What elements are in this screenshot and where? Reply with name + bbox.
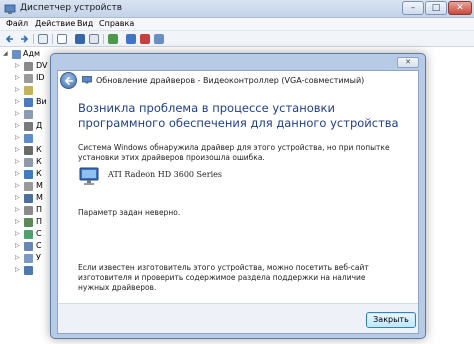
tree-item-label: М xyxy=(36,193,43,202)
back-button[interactable] xyxy=(60,72,77,89)
help-icon[interactable] xyxy=(75,34,85,44)
tree-item-label: С xyxy=(36,241,42,250)
properties-icon[interactable] xyxy=(57,34,67,44)
controller-icon xyxy=(24,170,33,179)
tree-item-label: К xyxy=(36,157,42,166)
tree-item-label: П xyxy=(36,205,43,214)
update-driver-dialog: ✕ Обновление драйверов - Видеоконтроллер… xyxy=(50,53,426,339)
tree-item-label: У xyxy=(36,253,41,262)
expand-arrow-icon[interactable]: ▷ xyxy=(15,219,21,225)
network-adapter-icon xyxy=(24,230,33,239)
toolbar-separator xyxy=(33,34,34,44)
device-icon xyxy=(24,266,33,275)
uninstall-icon[interactable] xyxy=(140,34,150,44)
minimize-button[interactable]: – xyxy=(402,1,424,15)
tree-item-label: М xyxy=(36,181,43,190)
scan-hardware-icon[interactable] xyxy=(126,34,136,44)
console-tree-icon[interactable] xyxy=(38,34,48,44)
ide-controller-icon xyxy=(24,74,33,83)
keyboard-icon xyxy=(24,146,33,155)
error-description: Система Windows обнаружила драйвер для э… xyxy=(78,143,390,162)
back-arrow-icon xyxy=(64,77,74,85)
tree-item-label: Адм xyxy=(23,49,41,58)
maximize-button[interactable]: □ xyxy=(425,1,447,15)
device-manager-icon xyxy=(4,4,16,14)
tree-item-label: ID xyxy=(36,73,45,82)
close-button[interactable]: Закрыть xyxy=(366,312,416,328)
expand-arrow-icon[interactable]: ▷ xyxy=(15,171,21,177)
tree-item-label: К xyxy=(36,145,42,154)
mouse-icon xyxy=(24,182,33,191)
toolbar-separator xyxy=(52,34,53,44)
expand-arrow-icon[interactable]: ▷ xyxy=(15,243,21,249)
device-manager-titlebar[interactable]: Диспетчер устройств – □ ✕ xyxy=(0,0,474,18)
tree-item-label: DV xyxy=(36,61,48,70)
expand-arrow-icon[interactable]: ▷ xyxy=(15,111,21,117)
window-icon[interactable] xyxy=(89,34,99,44)
collapse-arrow-icon[interactable]: ◢ xyxy=(3,51,9,57)
expand-arrow-icon[interactable]: ▷ xyxy=(15,267,21,273)
dvd-drive-icon xyxy=(24,62,33,71)
display-adapter-icon xyxy=(79,167,99,185)
main-instruction: Возникла проблема в процессе установки п… xyxy=(78,101,399,130)
close-window-button[interactable]: ✕ xyxy=(448,1,472,15)
device-icon xyxy=(24,134,33,143)
menu-view[interactable]: Вид xyxy=(77,19,93,28)
display-adapter-icon xyxy=(24,98,33,107)
vendor-hint: Если известен изготовитель этого устройс… xyxy=(78,263,369,292)
computer-icon xyxy=(24,158,33,167)
tree-item-label: С xyxy=(36,229,42,238)
expand-arrow-icon[interactable]: ▷ xyxy=(15,99,21,105)
system-device-icon xyxy=(24,242,33,251)
update-driver-icon[interactable] xyxy=(108,34,118,44)
tree-item-label: П xyxy=(36,217,43,226)
menu-action[interactable]: Действие xyxy=(35,19,75,28)
dialog-content: Обновление драйверов - Видеоконтроллер (… xyxy=(57,70,419,334)
menu-bar: Файл Действие Вид Справка xyxy=(0,18,474,31)
device-icon xyxy=(24,110,33,119)
audio-icon xyxy=(24,86,33,95)
disk-drive-icon xyxy=(24,122,33,131)
expand-arrow-icon[interactable]: ▷ xyxy=(15,183,21,189)
monitor-icon xyxy=(24,194,33,203)
dialog-caption: Обновление драйверов - Видеоконтроллер (… xyxy=(96,76,365,85)
computer-icon xyxy=(12,50,21,59)
display-adapter-icon xyxy=(82,76,92,84)
expand-arrow-icon[interactable]: ▷ xyxy=(15,63,21,69)
device-name: ATI Radeon HD 3600 Series xyxy=(108,170,222,179)
dialog-header: Обновление драйверов - Видеоконтроллер (… xyxy=(58,71,418,91)
toolbar-separator xyxy=(103,34,104,44)
expand-arrow-icon[interactable]: ▷ xyxy=(15,87,21,93)
expand-arrow-icon[interactable]: ▷ xyxy=(15,195,21,201)
forward-arrow-icon[interactable] xyxy=(19,34,29,44)
expand-arrow-icon[interactable]: ▷ xyxy=(15,255,21,261)
back-arrow-icon[interactable] xyxy=(5,34,15,44)
processor-icon xyxy=(24,218,33,227)
expand-arrow-icon[interactable]: ▷ xyxy=(15,207,21,213)
dialog-close-button[interactable]: ✕ xyxy=(397,57,419,68)
tree-item-label: Д xyxy=(36,121,43,130)
expand-arrow-icon[interactable]: ▷ xyxy=(15,159,21,165)
expand-arrow-icon[interactable]: ▷ xyxy=(15,231,21,237)
tree-item-label: Ви xyxy=(36,97,47,106)
error-message: Параметр задан неверно. xyxy=(78,208,181,217)
dialog-footer: Закрыть xyxy=(58,303,418,333)
menu-help[interactable]: Справка xyxy=(99,19,134,28)
menu-file[interactable]: Файл xyxy=(6,19,28,28)
expand-arrow-icon[interactable]: ▷ xyxy=(15,135,21,141)
port-icon xyxy=(24,206,33,215)
tree-item-label: К xyxy=(36,169,42,178)
usb-controller-icon xyxy=(24,254,33,263)
expand-arrow-icon[interactable]: ▷ xyxy=(15,75,21,81)
expand-arrow-icon[interactable]: ▷ xyxy=(15,147,21,153)
expand-arrow-icon[interactable]: ▷ xyxy=(15,123,21,129)
toolbar xyxy=(0,31,474,47)
window-title: Диспетчер устройств xyxy=(20,3,123,13)
disable-device-icon[interactable] xyxy=(154,34,164,44)
